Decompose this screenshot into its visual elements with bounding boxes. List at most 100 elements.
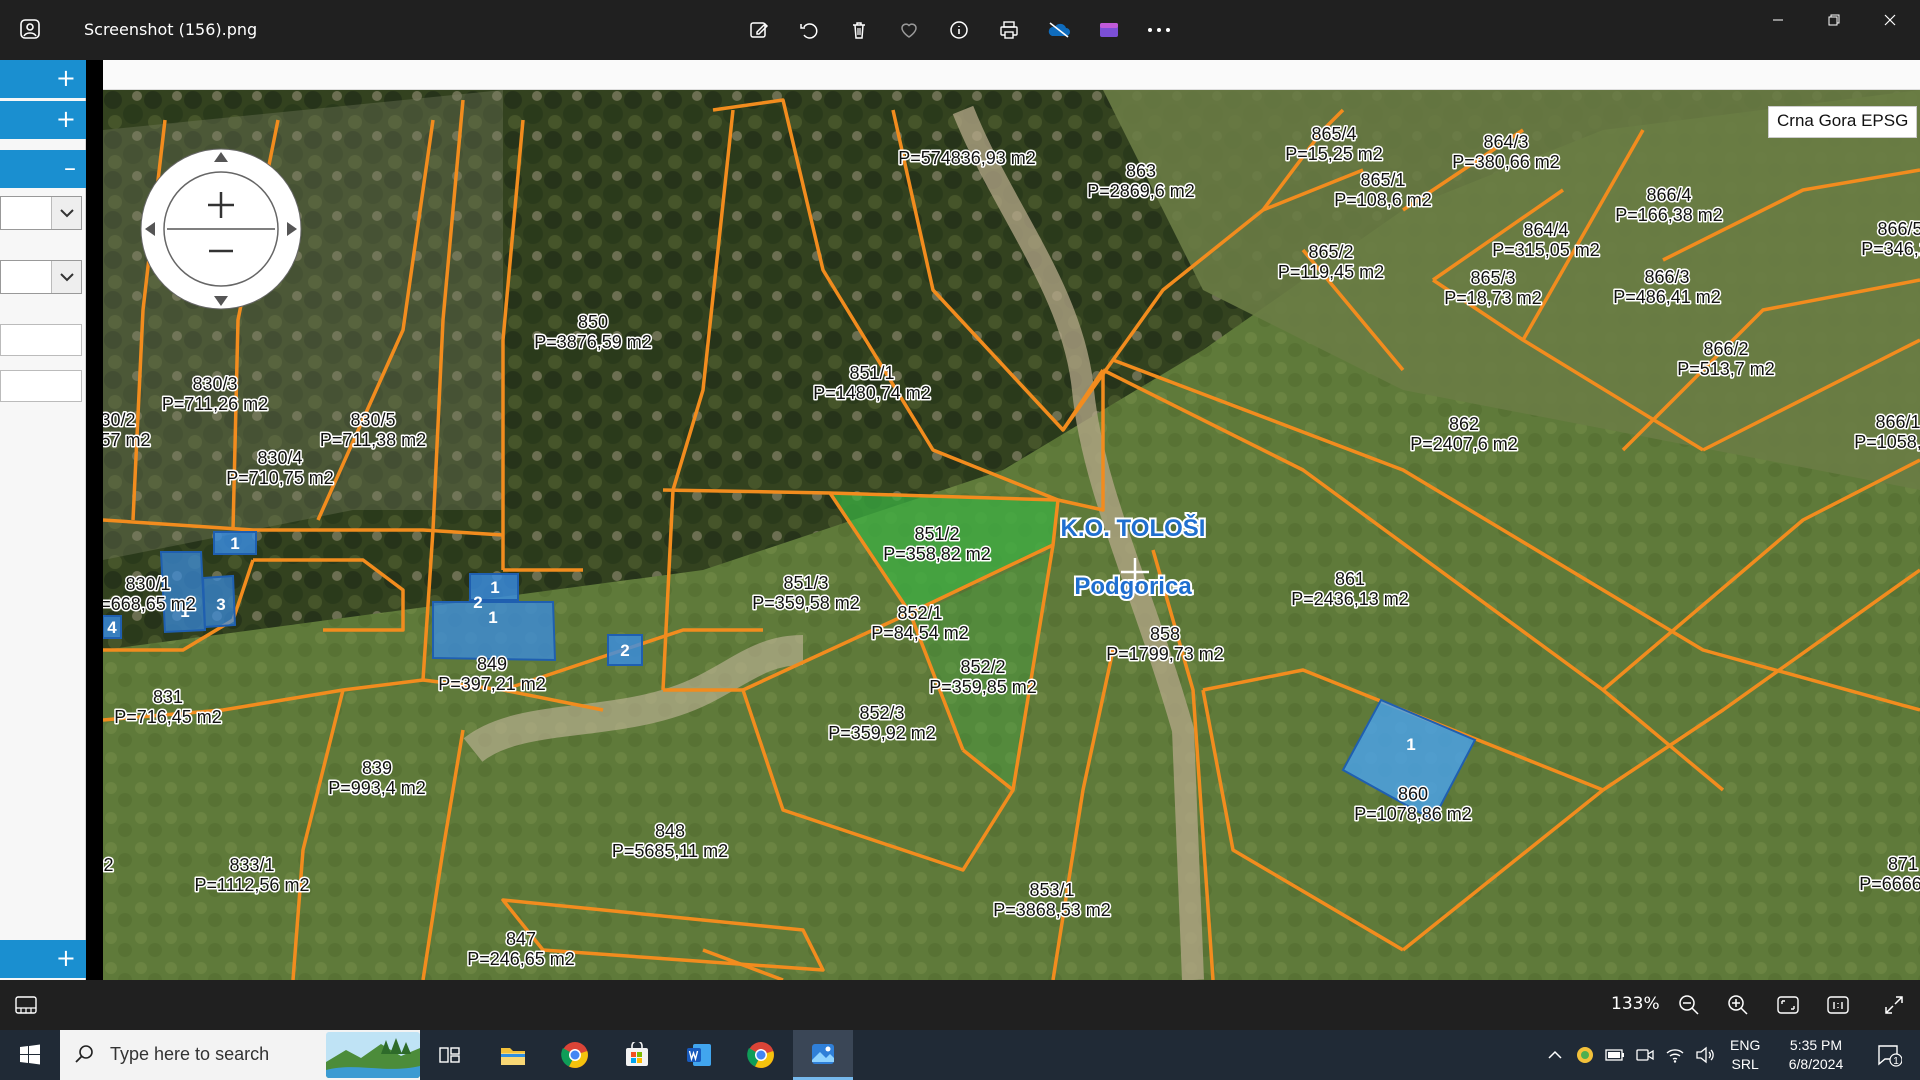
chrome-icon[interactable] [731,1030,791,1080]
zoom-level[interactable]: 133% [1611,994,1660,1014]
clipchamp-icon[interactable] [1093,14,1125,46]
parcel-area: P=359,85 m2 [929,677,1037,697]
parcel-number: 863 [1126,161,1156,181]
taskbar-search-box[interactable]: Type here to search [60,1030,420,1080]
parcel-number: 830/3 [192,374,237,394]
building-number: 1 [1406,735,1415,754]
parcel-number: 866/1 [1875,412,1920,432]
parcel-area: P=358,82 m2 [883,544,991,564]
parcel-number: 861 [1335,569,1365,589]
parcel-number: 849 [477,654,507,674]
parcel-number: 848 [655,821,685,841]
actual-size-icon[interactable] [1824,991,1852,1019]
file-explorer-icon[interactable] [483,1030,543,1080]
parcel-number: 862 [1449,414,1479,434]
battery-icon[interactable] [1600,1030,1630,1080]
favorite-icon[interactable] [893,14,925,46]
screenshot-map-toolbar [103,60,1920,90]
parcel-area: P=6666,29 [1859,874,1920,894]
parcel-area: P=3876,59 m2 [534,332,652,352]
info-icon[interactable] [943,14,975,46]
building-number: 1 [488,608,497,627]
parcel-area: P=5685,11 m2 [612,841,728,861]
rotate-icon[interactable] [793,14,825,46]
show-hidden-icons-icon[interactable] [1540,1030,1570,1080]
parcel-area: P=2436,13 m2 [1291,589,1409,609]
microsoft-store-icon[interactable] [607,1030,667,1080]
edit-icon[interactable] [743,14,775,46]
fullscreen-icon[interactable] [1880,991,1908,1019]
parcel-number: 866/2 [1703,339,1748,359]
taskbar-clock[interactable]: 5:35 PM 6/8/2024 [1768,1036,1864,1074]
delete-icon[interactable] [843,14,875,46]
restore-icon[interactable] [1806,0,1862,40]
more-icon[interactable] [1143,14,1175,46]
parcel-area: P=18,73 m2 [1444,288,1542,308]
map-navigation-control [140,148,302,310]
parcel-area: P=380,66 m2 [1452,152,1560,172]
zoom-out-icon[interactable] [1675,991,1703,1019]
building-number: 2 [620,641,629,660]
keyboard-layout: SRL [1731,1056,1759,1072]
volume-icon[interactable] [1690,1030,1720,1080]
parcel-number: 830/1 [125,574,170,594]
city-label: Podgorica [1074,573,1192,600]
word-icon[interactable] [669,1030,729,1080]
panel-expand-bar: + [0,60,86,98]
windows-taskbar: Type here to search ENG SRL 5:35 PM 6/8/… [0,1030,1920,1080]
input-language[interactable]: ENG SRL [1730,1036,1760,1074]
parcel-area: P=359,58 m2 [752,593,860,613]
panel-expand-bar: + [0,940,86,978]
parcel-number: 852/3 [859,703,904,723]
language-code: ENG [1730,1037,1761,1053]
fit-to-window-icon[interactable] [1774,991,1802,1019]
parcel-number: 858 [1150,624,1180,644]
parcel-number: 830/5 [350,410,395,430]
task-view-icon[interactable] [420,1030,480,1080]
wifi-icon[interactable] [1660,1030,1690,1080]
image-viewport[interactable]: + + – + 1 2 1 3 4 1 1 2 1 P=574836,93 m2… [0,60,1920,980]
parcel-number: 865/4 [1311,124,1356,144]
file-title: Screenshot (156).png [84,20,258,39]
parcel-number: 830/4 [257,448,302,468]
cadastral-map: 1 2 1 3 4 1 1 2 1 P=574836,93 m2 863 P=286… [103,90,1920,980]
building-number: 2 [473,593,482,612]
filmstrip-icon[interactable] [12,991,40,1019]
parcel-number: 852/2 [960,657,1005,677]
parcel-area: P=513,7 m2 [1677,359,1775,379]
parcel-number: 847 [506,929,536,949]
parcel-number: 831 [153,687,183,707]
parcel-number: 833/1 [229,855,274,875]
parcel-area: P=574836,93 m2 [898,148,1036,168]
panel-select [0,260,82,294]
search-icon [74,1043,96,1069]
zoom-in-icon[interactable] [1724,991,1752,1019]
panel-input [0,324,82,356]
clock-time: 5:35 PM [1789,1037,1843,1053]
onedrive-icon[interactable] [1043,14,1075,46]
building-number: 4 [107,618,117,637]
tray-app-icon[interactable] [1570,1030,1600,1080]
panel-select [0,196,82,230]
parcel-area: P=993,4 m2 [328,778,426,798]
coordinate-system-label: Crna Gora EPSG [1768,106,1918,138]
parcel-area: =668,65 m2 [103,594,196,614]
meet-now-icon[interactable] [1630,1030,1660,1080]
parcel-area: P=346,14 [1861,239,1920,259]
parcel-label-p-m2: m2 [103,855,114,875]
minimize-icon[interactable] [1750,0,1806,40]
parcel-number: 866/4 [1646,185,1691,205]
parcel-area: P=166,38 m2 [1615,205,1723,225]
notification-count: 1 [1893,1056,1899,1067]
close-icon[interactable] [1862,0,1918,40]
parcel-number: 866/3 [1644,267,1689,287]
notifications-icon[interactable]: 1 [1864,1030,1914,1080]
panel-collapse-bar: – [0,150,86,188]
photos-app-taskbar-icon[interactable] [793,1030,853,1080]
parcel-area: P=15,25 m2 [1285,144,1383,164]
parcel-area: 10,57 m2 [103,430,151,450]
windows-start-icon[interactable] [0,1030,60,1080]
print-icon[interactable] [993,14,1025,46]
parcel-area: P=3868,53 m2 [993,900,1111,920]
chrome-icon[interactable] [545,1030,605,1080]
